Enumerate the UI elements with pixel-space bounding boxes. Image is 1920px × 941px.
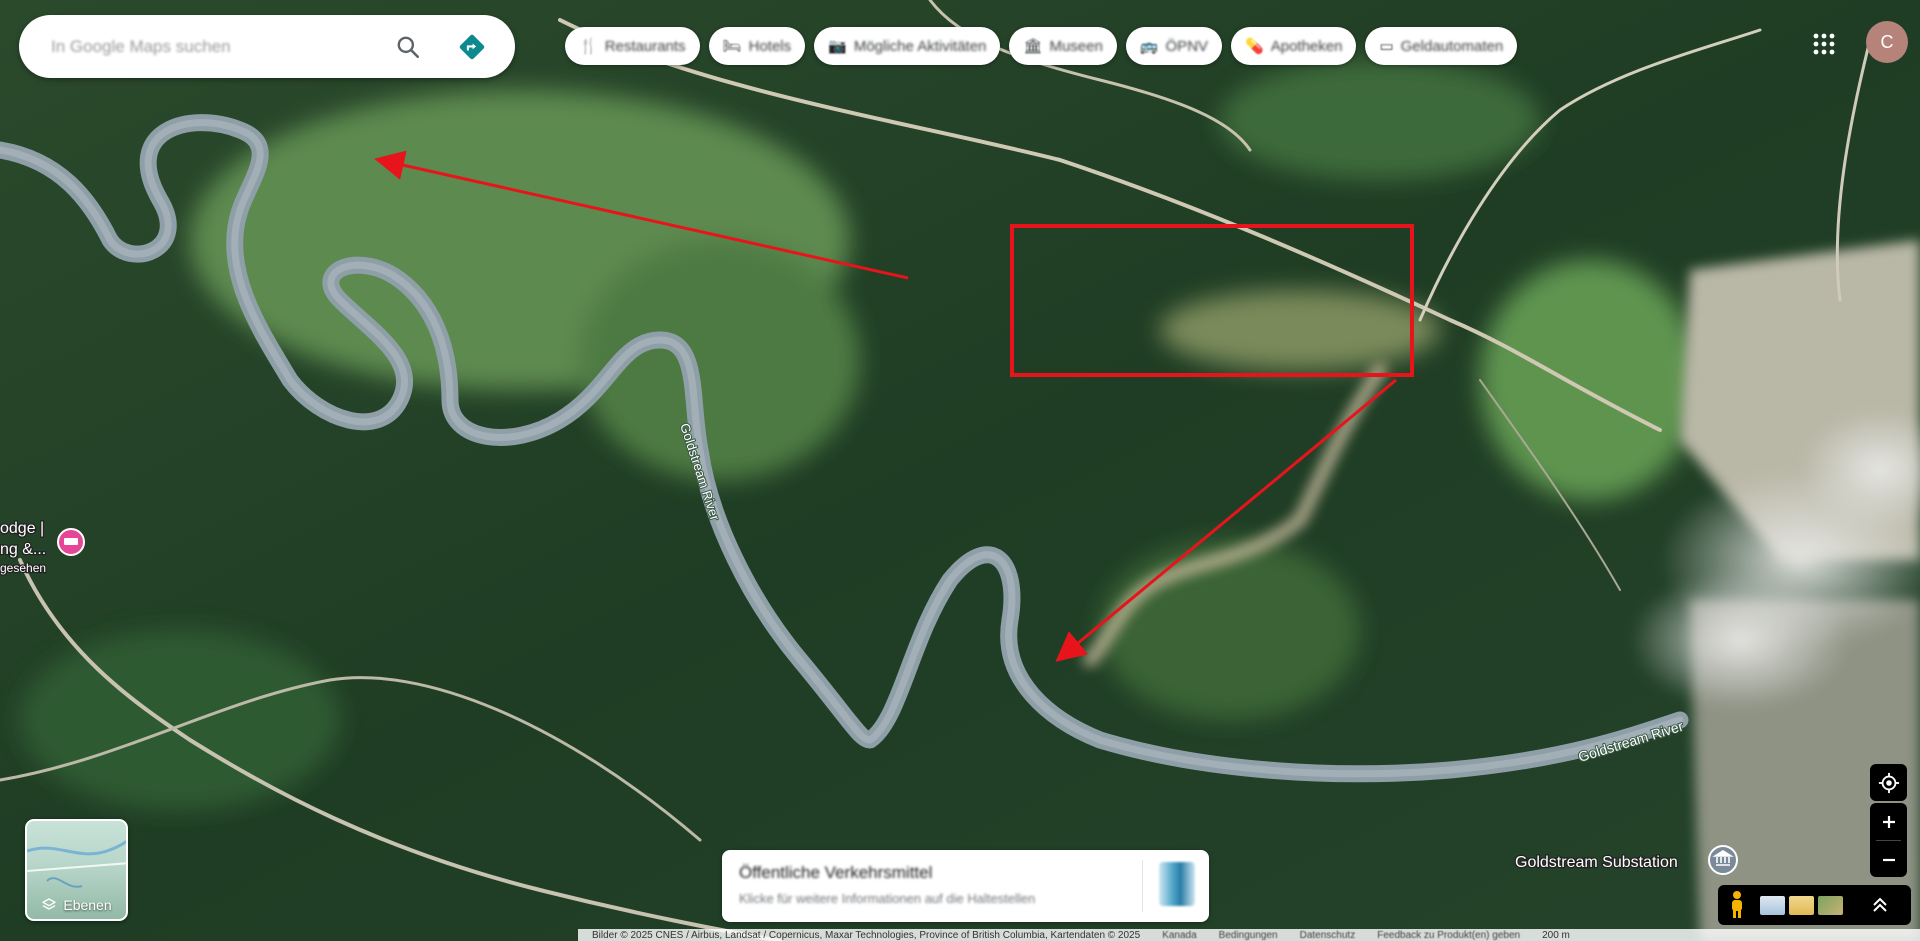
map-type-thumbnail-satellite[interactable] bbox=[1818, 895, 1843, 915]
chip-label: ÖPNV bbox=[1165, 37, 1209, 55]
crosshair-icon bbox=[1878, 772, 1899, 793]
map-type-tray bbox=[1718, 885, 1911, 925]
layers-icon bbox=[42, 898, 57, 910]
street-view-pegman[interactable] bbox=[1718, 885, 1756, 925]
search-button[interactable] bbox=[385, 24, 431, 70]
chip-label: Restaurants bbox=[604, 37, 686, 55]
museum-icon: 🏛 bbox=[1023, 38, 1043, 55]
chip-atms[interactable]: ▭ Geldautomaten bbox=[1365, 27, 1518, 65]
satellite-map[interactable]: Goldstream River Goldstream River odge |… bbox=[0, 0, 1920, 941]
transit-info-card[interactable]: Öffentliche Verkehrsmittel Klicke für we… bbox=[722, 850, 1209, 922]
zoom-out-button[interactable] bbox=[1870, 841, 1907, 878]
layers-label: Ebenen bbox=[63, 897, 112, 913]
bus-icon: 🚌 bbox=[1139, 38, 1159, 55]
chip-hotels[interactable]: 🛏 Hotels bbox=[708, 27, 806, 65]
substation-label: Goldstream Substation bbox=[1515, 854, 1678, 871]
pharmacy-icon: 💊 bbox=[1245, 38, 1264, 55]
imagery-attribution: Bilder © 2025 CNES / Airbus, Landsat / C… bbox=[592, 929, 1141, 941]
fork-knife-icon: 🍴 bbox=[579, 38, 598, 55]
scale-label[interactable]: 200 m bbox=[1542, 930, 1570, 941]
terms-link[interactable]: Bedingungen bbox=[1219, 930, 1278, 941]
chip-museums[interactable]: 🏛 Museen bbox=[1009, 27, 1117, 65]
chip-label: Geldautomaten bbox=[1400, 37, 1504, 55]
chip-label: Apotheken bbox=[1270, 37, 1343, 55]
search-input[interactable] bbox=[51, 36, 385, 57]
layers-label-row: Ebenen bbox=[27, 897, 126, 913]
map-type-thumbnail-terrain[interactable] bbox=[1760, 895, 1785, 915]
transit-thumbnail[interactable] bbox=[1159, 862, 1195, 906]
map-type-thumbnail-traffic[interactable] bbox=[1789, 895, 1814, 915]
zoom-controls bbox=[1870, 803, 1907, 877]
bed-icon: 🛏 bbox=[722, 38, 742, 55]
directions-icon bbox=[459, 34, 485, 59]
minus-icon bbox=[1882, 858, 1895, 861]
attribution-bar: Bilder © 2025 CNES / Airbus, Landsat / C… bbox=[578, 929, 1920, 941]
zoom-in-button[interactable] bbox=[1870, 803, 1907, 840]
chip-label: Hotels bbox=[748, 37, 792, 55]
privacy-link[interactable]: Datenschutz bbox=[1300, 930, 1356, 941]
directions-button[interactable] bbox=[449, 24, 495, 70]
transit-card-subtitle: Klicke für weitere Informationen auf die… bbox=[739, 891, 1036, 906]
apps-grid-icon bbox=[1813, 33, 1835, 55]
category-chips: 🍴 Restaurants 🛏 Hotels 📷 Mögliche Aktivi… bbox=[565, 27, 1518, 65]
pegman-icon bbox=[1732, 891, 1742, 918]
chevron-up-icon bbox=[1873, 897, 1887, 912]
chip-label: Museen bbox=[1049, 37, 1103, 55]
expand-map-types-button[interactable] bbox=[1865, 885, 1895, 925]
google-apps-button[interactable] bbox=[1802, 22, 1846, 66]
account-avatar[interactable]: C bbox=[1866, 21, 1908, 63]
lodge-label-line2: ng &... bbox=[0, 541, 46, 558]
camera-icon: 📷 bbox=[828, 38, 847, 55]
layers-button[interactable]: Ebenen bbox=[25, 819, 128, 921]
divider bbox=[1142, 860, 1143, 912]
my-location-button[interactable] bbox=[1870, 764, 1907, 801]
chip-pharmacies[interactable]: 💊 Apotheken bbox=[1231, 27, 1357, 65]
search-box bbox=[19, 15, 515, 78]
chip-label: Mögliche Aktivitäten bbox=[853, 37, 987, 55]
country-link[interactable]: Kanada bbox=[1162, 930, 1196, 941]
transit-card-title: Öffentliche Verkehrsmittel bbox=[739, 863, 933, 882]
search-icon bbox=[397, 36, 420, 58]
plus-icon bbox=[1882, 815, 1895, 828]
chip-restaurants[interactable]: 🍴 Restaurants bbox=[565, 27, 700, 65]
lodge-label-line1: odge | bbox=[0, 520, 44, 537]
atm-icon: ▭ bbox=[1379, 38, 1394, 55]
feedback-link[interactable]: Feedback zu Produkt(en) geben bbox=[1377, 930, 1520, 941]
chip-transit[interactable]: 🚌 ÖPNV bbox=[1125, 27, 1223, 65]
lodge-label-line3: gesehen bbox=[0, 561, 46, 575]
chip-activities[interactable]: 📷 Mögliche Aktivitäten bbox=[814, 27, 1001, 65]
